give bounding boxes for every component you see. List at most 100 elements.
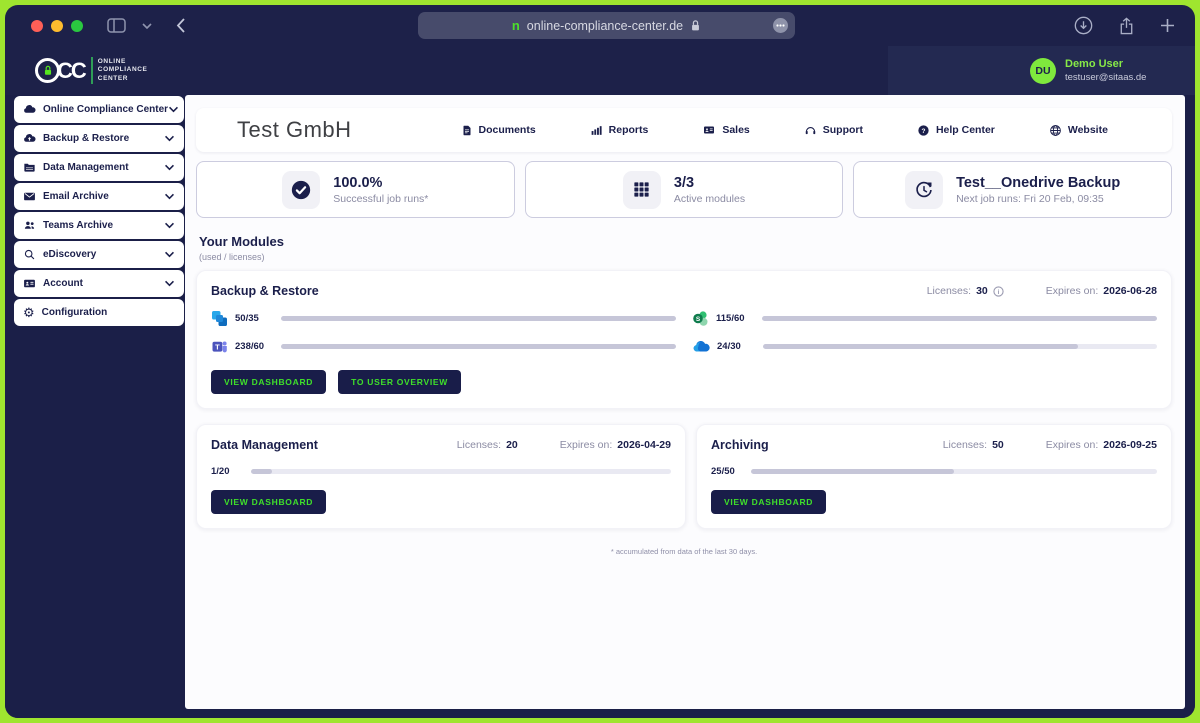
site-favicon: n <box>512 18 520 33</box>
teams-icon: T <box>211 338 228 355</box>
chevron-down-icon <box>164 280 175 287</box>
service-row-sharepoint: S 115/60 <box>692 310 1157 327</box>
sidebar-item-configuration[interactable]: ⚙ Configuration <box>14 299 184 326</box>
account-menu[interactable]: DU Demo User testuser@sitaas.de <box>888 46 1195 95</box>
view-dashboard-button[interactable]: VIEW DASHBOARD <box>711 490 826 514</box>
module-title: Data Management <box>211 438 318 452</box>
nav-documents[interactable]: Documents <box>461 124 536 137</box>
new-tab-icon[interactable] <box>1160 18 1175 33</box>
stat-value: 3/3 <box>674 175 745 191</box>
chart-icon <box>590 124 603 137</box>
expires-info: Expires on: 2026-06-28 <box>1046 285 1157 297</box>
licenses-info: Licenses: 50 <box>943 439 1004 451</box>
module-backup-restore-card: Backup & Restore Licenses: 30 i Expires … <box>196 270 1172 409</box>
service-row-exchange: 50/35 <box>211 310 676 327</box>
stat-label: Next job runs: Fri 20 Feb, 09:35 <box>956 193 1120 205</box>
user-email: testuser@sitaas.de <box>1065 72 1146 83</box>
progress-bar <box>762 316 1157 321</box>
service-usage-grid: 50/35 S 115/60 T 238/60 <box>211 310 1157 355</box>
nav-sales[interactable]: Sales <box>702 124 749 136</box>
stat-value: 100.0% <box>333 175 428 191</box>
nav-help-center[interactable]: ? Help Center <box>917 124 995 137</box>
sidebar-item-ediscovery[interactable]: eDiscovery <box>14 241 184 268</box>
sidebar-item-online-compliance-center[interactable]: Online Compliance Center <box>14 96 184 123</box>
contact-card-icon <box>702 124 716 136</box>
logo-divider <box>91 57 93 84</box>
svg-text:T: T <box>215 342 220 351</box>
module-archiving-card: Archiving Licenses: 50 Expires on: 2026-… <box>696 424 1172 529</box>
progress-bar <box>251 469 671 474</box>
view-dashboard-button[interactable]: VIEW DASHBOARD <box>211 490 326 514</box>
chevron-down-icon <box>164 222 175 229</box>
company-header-card: Test GmbH Documents Reports Sales <box>196 108 1172 152</box>
browser-chrome: n online-compliance-center.de <box>5 5 1195 46</box>
svg-text:S: S <box>696 316 701 323</box>
stat-value: Test__Onedrive Backup <box>956 175 1120 191</box>
stat-next-job: Test__Onedrive Backup Next job runs: Fri… <box>853 161 1172 218</box>
stat-successful-jobs: 100.0% Successful job runs* <box>196 161 515 218</box>
onedrive-icon <box>692 340 710 354</box>
logo-acronym: CC <box>57 58 85 84</box>
usage-label: 25/50 <box>711 466 751 477</box>
avatar: DU <box>1030 58 1056 84</box>
module-title: Archiving <box>711 438 769 452</box>
sharepoint-icon: S <box>692 310 709 327</box>
modules-subtitle: (used / licenses) <box>199 252 1172 262</box>
sidebar-item-account[interactable]: Account <box>14 270 184 297</box>
licenses-info: Licenses: 30 i <box>927 285 1004 297</box>
stats-row: 100.0% Successful job runs* 3/3 Active m… <box>196 161 1172 218</box>
url-text: online-compliance-center.de <box>527 19 683 33</box>
usage-label: 1/20 <box>211 466 251 477</box>
app-header: CC ONLINE COMPLIANCE CENTER DU Demo User… <box>5 46 1195 95</box>
stat-active-modules: 3/3 Active modules <box>525 161 844 218</box>
back-button[interactable] <box>176 18 185 33</box>
search-icon <box>23 248 36 261</box>
sidebar-item-backup-restore[interactable]: Backup & Restore <box>14 125 184 152</box>
nav-support[interactable]: Support <box>804 124 863 137</box>
sidebar-item-teams-archive[interactable]: Teams Archive <box>14 212 184 239</box>
occ-logo[interactable]: CC ONLINE COMPLIANCE CENTER <box>35 57 147 84</box>
svg-text:i: i <box>997 288 999 295</box>
expires-info: Expires on: 2026-09-25 <box>1046 439 1157 451</box>
progress-bar <box>281 316 676 321</box>
page-options-icon[interactable] <box>773 18 788 33</box>
user-name: Demo User <box>1065 58 1146 70</box>
refresh-clock-icon <box>905 171 943 209</box>
envelope-icon <box>23 190 36 203</box>
info-icon[interactable]: i <box>993 286 1004 297</box>
share-icon[interactable] <box>1119 17 1134 35</box>
to-user-overview-button[interactable]: TO USER OVERVIEW <box>338 370 461 394</box>
progress-bar <box>763 344 1157 349</box>
top-nav: Documents Reports Sales Support <box>407 124 1162 137</box>
lock-icon <box>690 19 701 32</box>
chevron-down-icon <box>168 106 179 113</box>
stat-label: Successful job runs* <box>333 193 428 205</box>
nav-reports[interactable]: Reports <box>590 124 649 137</box>
sidebar-item-data-management[interactable]: Data Management <box>14 154 184 181</box>
svg-text:?: ? <box>921 127 925 134</box>
sidebar-toggle-icon[interactable] <box>107 18 126 33</box>
progress-bar <box>751 469 1157 474</box>
service-row-onedrive: 24/30 <box>692 338 1157 355</box>
users-icon <box>23 219 36 232</box>
address-bar[interactable]: n online-compliance-center.de <box>418 12 795 39</box>
folder-icon <box>23 161 36 174</box>
main-content: Test GmbH Documents Reports Sales <box>185 95 1185 709</box>
maximize-window-button[interactable] <box>71 20 83 32</box>
downloads-icon[interactable] <box>1074 16 1093 35</box>
nav-website[interactable]: Website <box>1049 124 1108 137</box>
footnote: * accumulated from data of the last 30 d… <box>196 547 1172 556</box>
minimize-window-button[interactable] <box>51 20 63 32</box>
sidebar-item-email-archive[interactable]: Email Archive <box>14 183 184 210</box>
view-dashboard-button[interactable]: VIEW DASHBOARD <box>211 370 326 394</box>
chevron-down-icon[interactable] <box>142 23 152 29</box>
service-row-teams: T 238/60 <box>211 338 676 355</box>
browser-window: n online-compliance-center.de <box>5 5 1195 718</box>
stat-label: Active modules <box>674 193 745 205</box>
chevron-down-icon <box>164 193 175 200</box>
chevron-down-icon <box>164 251 175 258</box>
progress-bar <box>281 344 676 349</box>
company-name: Test GmbH <box>237 117 352 143</box>
close-window-button[interactable] <box>31 20 43 32</box>
chevron-down-icon <box>164 164 175 171</box>
